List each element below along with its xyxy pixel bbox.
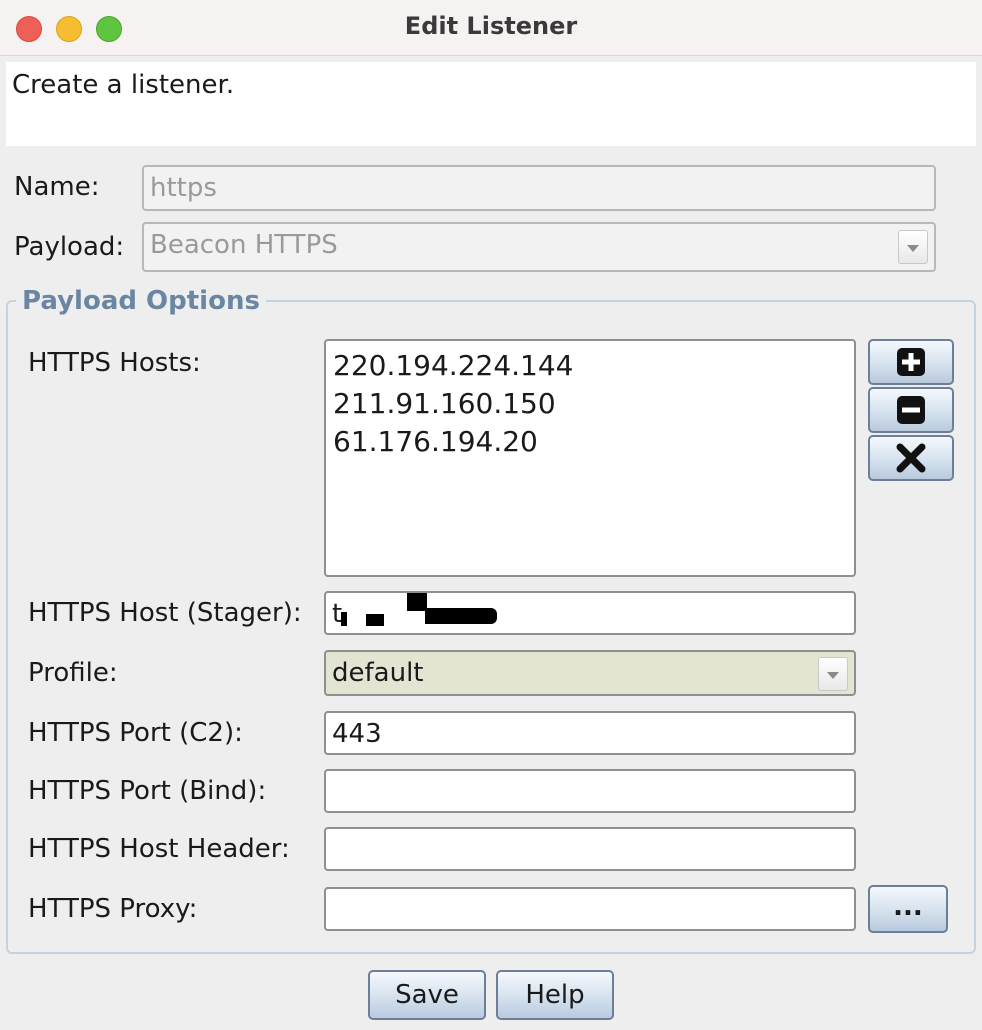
payload-options-title: Payload Options <box>16 286 266 316</box>
host-header-label: HTTPS Host Header: <box>28 834 290 864</box>
description-panel: Create a listener. <box>6 62 976 146</box>
save-button[interactable]: Save <box>368 970 486 1020</box>
redaction-mark <box>425 608 497 624</box>
port-c2-label: HTTPS Port (C2): <box>28 718 243 748</box>
redaction-mark <box>366 614 384 626</box>
profile-value: default <box>332 658 424 688</box>
redaction-mark <box>341 612 347 626</box>
payload-select: Beacon HTTPS <box>142 222 936 272</box>
remove-host-button[interactable] <box>868 387 954 433</box>
minus-icon <box>897 396 925 424</box>
help-button[interactable]: Help <box>496 970 614 1020</box>
profile-select[interactable]: default <box>324 650 856 696</box>
description-text: Create a listener. <box>12 70 235 100</box>
port-bind-label: HTTPS Port (Bind): <box>28 776 267 806</box>
add-host-button[interactable] <box>868 339 954 385</box>
proxy-field[interactable] <box>324 887 856 931</box>
chevron-down-icon <box>818 657 848 691</box>
host-header-field[interactable] <box>324 827 856 871</box>
name-label: Name: <box>14 172 100 202</box>
https-hosts-label: HTTPS Hosts: <box>28 348 201 378</box>
payload-value: Beacon HTTPS <box>150 230 338 260</box>
window-title: Edit Listener <box>404 12 578 40</box>
https-hosts-list[interactable]: 220.194.224.144 211.91.160.150 61.176.19… <box>324 339 856 577</box>
port-c2-field[interactable]: 443 <box>324 711 856 755</box>
chevron-down-icon <box>898 230 928 264</box>
profile-label: Profile: <box>28 658 118 688</box>
list-item[interactable]: 61.176.194.20 <box>333 423 847 461</box>
stager-host-label: HTTPS Host (Stager): <box>28 598 302 628</box>
redaction-mark <box>407 593 427 611</box>
list-item[interactable]: 211.91.160.150 <box>333 385 847 423</box>
name-field: https <box>142 165 936 211</box>
list-item[interactable]: 220.194.224.144 <box>333 347 847 385</box>
proxy-label: HTTPS Proxy: <box>28 894 198 924</box>
proxy-settings-button[interactable]: ... <box>868 885 948 933</box>
payload-label: Payload: <box>14 232 125 262</box>
plus-icon <box>897 348 925 376</box>
clear-hosts-button[interactable] <box>868 435 954 481</box>
port-bind-field[interactable] <box>324 769 856 813</box>
x-icon <box>896 443 926 473</box>
stager-host-field[interactable]: t <box>324 591 856 635</box>
port-c2-value: 443 <box>332 719 382 749</box>
window-titlebar: Edit Listener <box>0 0 982 56</box>
